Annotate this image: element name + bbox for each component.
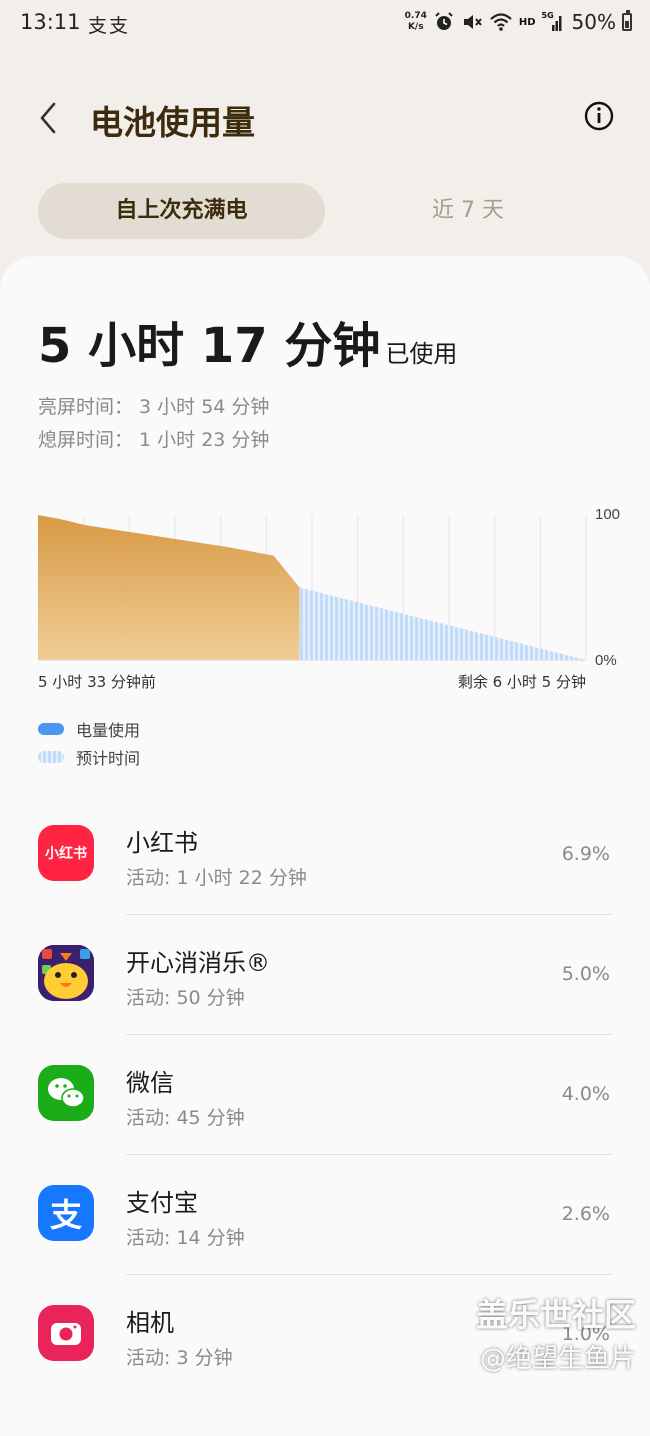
app-activity: 活动: 14 分钟 (126, 1227, 245, 1249)
app-name: 支付宝 (126, 1189, 198, 1217)
app-percent: 5.0% (561, 963, 610, 985)
usage-total: 5 小时 17 分钟 已使用 (38, 306, 457, 376)
info-icon (584, 101, 614, 131)
hd-icon: HD (518, 16, 536, 28)
app-percent: 4.0% (561, 1083, 610, 1105)
tab-last-7-days[interactable]: 近 7 天 (340, 183, 596, 239)
battery-fill (625, 21, 629, 28)
alipay-icon-text: 支 (49, 1196, 82, 1234)
back-button[interactable] (30, 96, 70, 140)
app-activity: 活动: 3 分钟 (126, 1347, 233, 1369)
info-button[interactable] (582, 99, 616, 133)
watermark-author: @绝望生鱼片 (479, 1344, 636, 1374)
y-tick-0: 0% (595, 652, 617, 669)
estimate-area (299, 587, 586, 660)
legend-estimate-label: 预计时间 (76, 749, 141, 768)
status-bar: 13:11 支支 0.74 K/s HD 5G 50% (0, 0, 650, 50)
net-speed-value: 0.74 (404, 11, 427, 21)
app-activity: 活动: 50 分钟 (126, 987, 245, 1009)
wifi-icon (490, 13, 512, 31)
y-tick-100: 100 (595, 506, 620, 523)
app-activity: 活动: 45 分钟 (126, 1107, 245, 1129)
x-start-label: 5 小时 33 分钟前 (38, 673, 156, 691)
usage-total-suffix: 已使用 (385, 340, 458, 368)
page-title: 电池使用量 (90, 103, 255, 142)
status-notification-icons: 支支 (88, 15, 131, 37)
camera-icon (38, 1305, 94, 1361)
legend-used-label: 电量使用 (76, 721, 141, 740)
net-speed: 0.74 K/s (405, 11, 427, 33)
alipay-icon: 支 (38, 1185, 94, 1241)
list-item[interactable]: 支 支付宝 活动: 14 分钟 2.6% (0, 1155, 650, 1275)
list-item[interactable]: 小红书 小红书 活动: 1 小时 22 分钟 6.9% (0, 795, 650, 915)
happy-elements-icon (38, 945, 94, 1001)
xiaohongshu-icon-text: 小红书 (45, 846, 87, 862)
status-icons: 0.74 K/s HD 5G 50% (405, 10, 632, 34)
legend-estimate-swatch (38, 751, 64, 763)
app-name: 相机 (126, 1309, 174, 1337)
status-time: 13:11 (20, 10, 81, 34)
screen-on-time: 亮屏时间： 3 小时 54 分钟 (38, 396, 270, 418)
app-name: 微信 (126, 1069, 174, 1097)
battery-percent: 50% (571, 10, 616, 34)
mute-icon (463, 15, 482, 29)
wechat-icon (38, 1065, 94, 1121)
tab-since-full-charge[interactable]: 自上次充满电 (38, 183, 325, 239)
list-item[interactable]: 微信 活动: 45 分钟 4.0% (0, 1035, 650, 1155)
usage-total-value: 5 小时 17 分钟 (38, 318, 381, 374)
xiaohongshu-icon: 小红书 (38, 825, 94, 881)
legend-estimate: 预计时间 (38, 745, 140, 769)
app-percent: 2.6% (561, 1203, 610, 1225)
app-activity: 活动: 1 小时 22 分钟 (126, 867, 307, 889)
usage-area (38, 515, 300, 660)
legend-used-swatch (38, 723, 64, 735)
signal-icon: 5G (542, 11, 564, 33)
app-name: 小红书 (126, 829, 198, 857)
watermark-community: 盖乐世社区 (475, 1296, 636, 1334)
app-percent: 6.9% (561, 843, 610, 865)
battery-icon (622, 10, 632, 31)
net-speed-unit: K/s (407, 22, 424, 32)
chevron-left-icon (40, 102, 56, 134)
app-name: 开心消消乐® (126, 949, 270, 977)
list-item[interactable]: 开心消消乐® 活动: 50 分钟 5.0% (0, 915, 650, 1035)
battery-chart: 100 0% 5 小时 33 分钟前 剩余 6 小时 5 分钟 (38, 506, 620, 691)
screen-off-time: 熄屏时间： 1 小时 23 分钟 (38, 429, 270, 451)
x-end-label: 剩余 6 小时 5 分钟 (458, 673, 586, 691)
alarm-icon (435, 12, 453, 30)
legend-used: 电量使用 (38, 717, 140, 741)
